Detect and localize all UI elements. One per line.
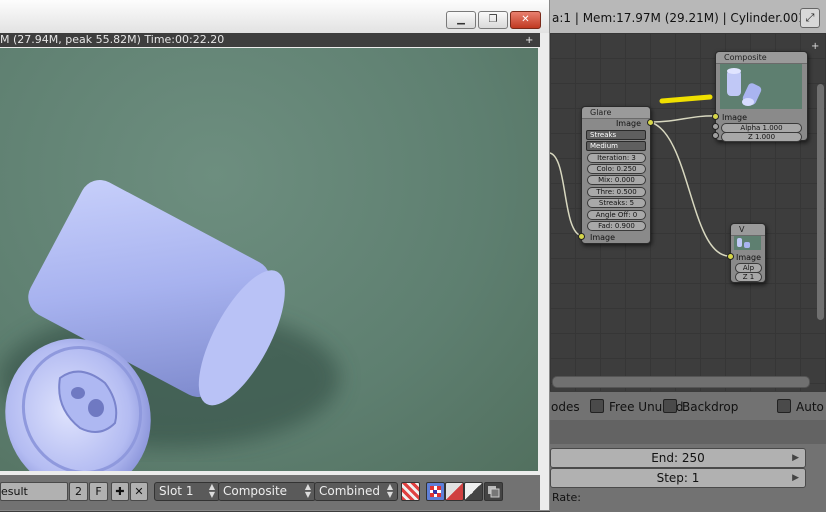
link-glare-to-viewer [649,121,729,257]
composite-preview [720,64,802,109]
composite-z-field[interactable]: Z 1.000 [721,132,802,142]
glare-node[interactable]: Glare Image Streaks Medium Iteration: 3 … [581,106,651,244]
glare-type-select[interactable]: Streaks [586,130,646,140]
nodes-menu-partial[interactable]: odes [551,400,580,414]
viewer-z-field[interactable]: Z 1 [735,272,762,282]
maximize-button[interactable]: ❐ [478,11,508,29]
draw-alpha-icon[interactable] [401,482,420,501]
updown-icon: ▲ ▼ [386,482,393,499]
frame-step-label: Step: 1 [656,471,700,485]
auto-render-label: Auto F [796,400,826,414]
new-image-button[interactable]: ✚ [111,482,129,501]
viewer-image-socket[interactable] [727,253,734,260]
render-pass-label: Combined [319,484,380,498]
properties-panel-header [550,420,826,444]
slot-select-label: Slot 1 [159,484,194,498]
backdrop-label: Backdrop [682,400,739,414]
horizontal-scrollbar[interactable] [552,376,810,388]
composite-input-label: Image [722,113,748,122]
color-alpha-icon[interactable] [445,482,464,501]
composite-z-socket[interactable] [712,132,719,139]
glare-output-socket[interactable] [647,119,654,126]
render-image[interactable] [0,48,538,471]
viewer-preview [734,236,761,250]
close-button[interactable]: ✕ [510,11,541,29]
render-pass-select[interactable]: Combined ▲ ▼ [314,482,398,501]
composite-node[interactable]: Composite Image Alpha 1.000 Z 1.000 [715,51,808,142]
auto-render-checkbox[interactable] [777,399,791,413]
unlink-image-button[interactable]: ✕ [130,482,148,501]
render-info-bar: M (27.94M, peak 55.82M) Time:00:22.20 [0,33,540,47]
fullscreen-button[interactable]: ⤢ [800,8,820,28]
rendered-can [0,180,340,471]
glare-field[interactable]: Angle Off: 0 [587,210,646,220]
render-layer-label: Composite [223,484,288,498]
composite-image-socket[interactable] [712,113,719,120]
end-frame-field[interactable]: End: 250 ▶ [550,448,806,468]
viewer-node-title: V [731,224,765,236]
glare-input-socket[interactable] [578,233,585,240]
glare-field[interactable]: Fad: 0.900 [587,221,646,231]
users-count[interactable]: 2 [69,482,88,501]
free-unused-checkbox[interactable] [590,399,604,413]
composite-alpha-socket[interactable] [712,123,719,130]
z-buffer-icon[interactable] [484,482,503,501]
glare-output-label: Image [615,119,641,128]
viewer-node[interactable]: V Image Alp Z 1 [730,223,766,283]
frame-step-field[interactable]: Step: 1 ▶ [550,468,806,488]
composite-node-title: Composite [716,52,807,64]
glare-field[interactable]: Iteration: 3 [587,153,646,163]
plus-icon: ✚ [115,485,125,498]
fake-user-button[interactable]: F [89,482,108,501]
image-name-field[interactable]: esult [0,482,68,501]
render-layer-select[interactable]: Composite ▲ ▼ [218,482,316,501]
glare-node-title: Glare [582,107,650,119]
glare-field[interactable]: Colo: 0.250 [587,164,646,174]
link-glare-to-composite [649,115,719,123]
minimize-button[interactable]: ▁ [446,11,476,29]
chevron-right-icon: ▶ [792,473,799,483]
alpha-only-icon[interactable] [464,482,483,501]
glare-field[interactable]: Mix: 0.000 [587,175,646,185]
image-name-text: esult [1,485,28,498]
viewer-input-label: Image [736,253,762,262]
chevron-right-icon: ▶ [792,453,799,463]
close-icon: ✕ [134,485,144,498]
updown-icon: ▲ ▼ [304,482,311,499]
rate-label: Rate: [552,491,581,504]
glare-field[interactable]: Thre: 0.500 [587,187,646,197]
glare-quality-select[interactable]: Medium [586,141,646,151]
backdrop-checkbox[interactable] [663,399,677,413]
glare-input-label: Image [590,233,616,242]
add-region-icon[interactable]: + [525,35,533,46]
info-header-text: a:1 | Mem:17.97M (29.21M) | Cylinder.001 [552,11,806,25]
checker-alpha-icon[interactable] [426,482,445,501]
end-frame-label: End: 250 [651,451,705,465]
link-input-to-glare [550,152,583,237]
yellow-marker [659,94,713,104]
slot-select[interactable]: Slot 1 ▲ ▼ [154,482,220,501]
updown-icon: ▲ ▼ [208,482,215,499]
render-result-window: ▁ ❐ ✕ M (27.94M, peak 55.82M) Time:00:22… [0,0,550,511]
glare-field[interactable]: Streaks: 5 [587,198,646,208]
vertical-scrollbar[interactable] [817,84,824,320]
